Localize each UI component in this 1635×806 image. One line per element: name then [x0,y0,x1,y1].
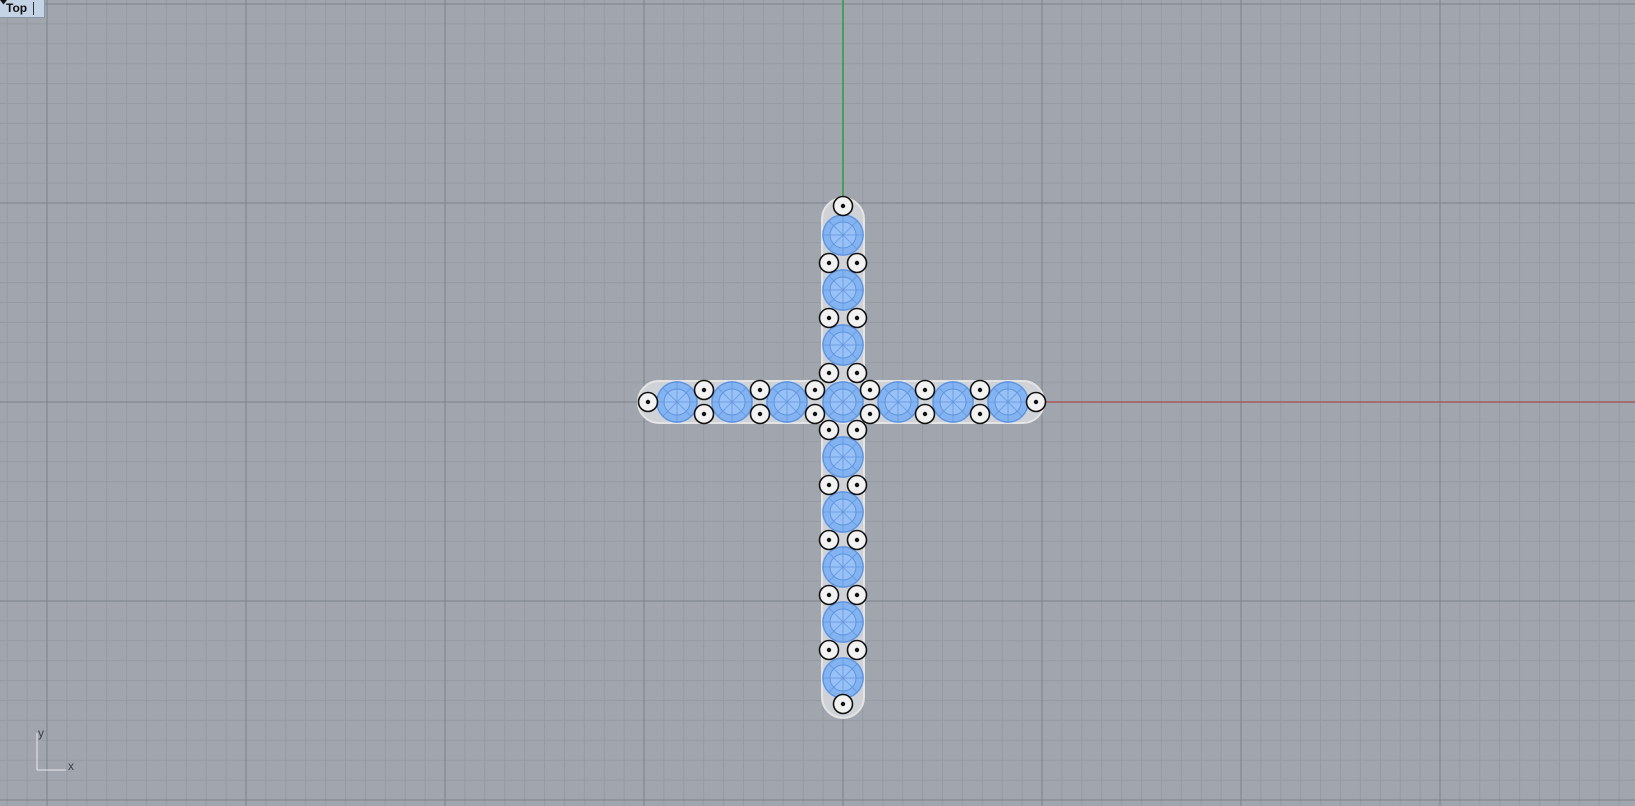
top-viewport[interactable]: Top y x [0,0,1635,806]
gem-stone [822,491,864,533]
gem-stone [932,381,974,423]
gem-stone [822,601,864,643]
prong-marker [693,379,715,401]
prong-marker [969,379,991,401]
gem-stone [822,269,864,311]
gem-stone [877,381,919,423]
gem-stone [987,381,1029,423]
prong-marker [637,391,659,413]
prong-marker [818,252,840,274]
prong-marker [859,379,881,401]
gem-stone [711,381,753,423]
prong-marker [818,529,840,551]
prong-marker [1025,391,1047,413]
prong-marker [969,403,991,425]
prong-marker [914,379,936,401]
prong-marker [818,584,840,606]
prong-marker [832,693,854,715]
gem-stone [822,381,864,423]
prong-marker [859,403,881,425]
prong-marker [693,403,715,425]
gem-stone [822,546,864,588]
prong-marker [818,419,840,441]
prong-marker [914,403,936,425]
prong-marker [846,362,868,384]
gem-stone [656,381,698,423]
viewport-canvas[interactable] [0,0,1635,806]
prong-marker [749,379,771,401]
prong-marker [846,419,868,441]
gem-stone [822,214,864,256]
prong-marker [818,362,840,384]
prong-marker [846,474,868,496]
cross-pendant-object[interactable] [637,195,1047,719]
prong-marker [846,584,868,606]
prong-marker [846,529,868,551]
prong-marker [818,639,840,661]
gem-stone [822,436,864,478]
gem-stone [766,381,808,423]
axis-x-label: x [68,759,74,773]
prong-marker [749,403,771,425]
prong-marker [804,403,826,425]
prong-marker [818,307,840,329]
prong-marker [846,639,868,661]
gem-stone [822,657,864,699]
world-axes [842,0,1635,403]
prong-marker [832,195,854,217]
triangle-down-icon[interactable] [0,0,44,17]
prong-marker [846,252,868,274]
axis-y-label: y [38,726,44,740]
prong-marker [818,474,840,496]
prong-marker [804,379,826,401]
viewport-title-tab[interactable]: Top [0,0,46,18]
prong-marker [846,307,868,329]
gem-stone [822,324,864,366]
